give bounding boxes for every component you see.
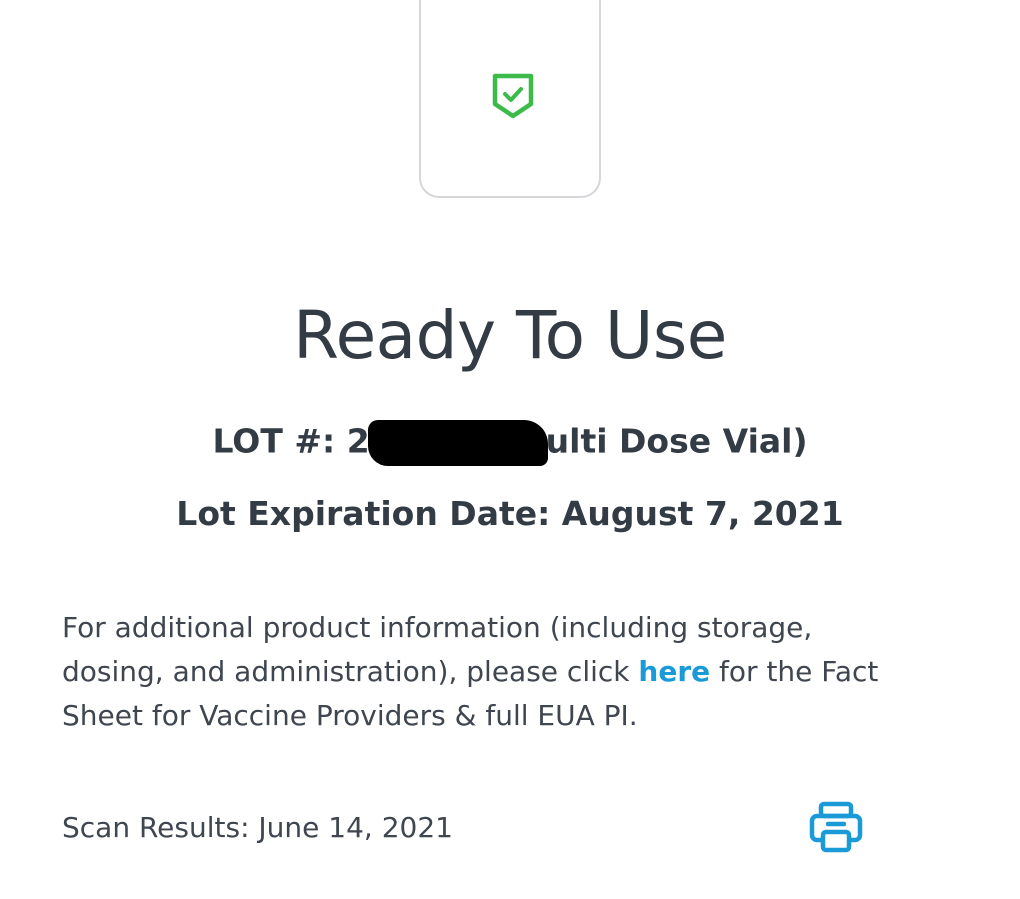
lot-prefix: LOT #: 2 <box>212 421 370 461</box>
shield-check-icon <box>492 73 534 119</box>
print-button[interactable] <box>806 796 866 856</box>
fact-sheet-link[interactable]: here <box>638 655 710 688</box>
status-card <box>419 0 601 198</box>
product-info-paragraph: For additional product information (incl… <box>62 606 922 738</box>
lot-number: LOT #: 2 ulti Dose Vial) <box>0 420 1020 466</box>
printer-icon <box>809 801 863 853</box>
lot-expiration-date: Lot Expiration Date: August 7, 2021 <box>176 494 844 533</box>
page-title: Ready To Use <box>293 297 727 374</box>
redaction-mark <box>367 420 548 466</box>
scan-results-date: Scan Results: June 14, 2021 <box>62 811 453 844</box>
lot-suffix: ulti Dose Vial) <box>545 421 808 461</box>
